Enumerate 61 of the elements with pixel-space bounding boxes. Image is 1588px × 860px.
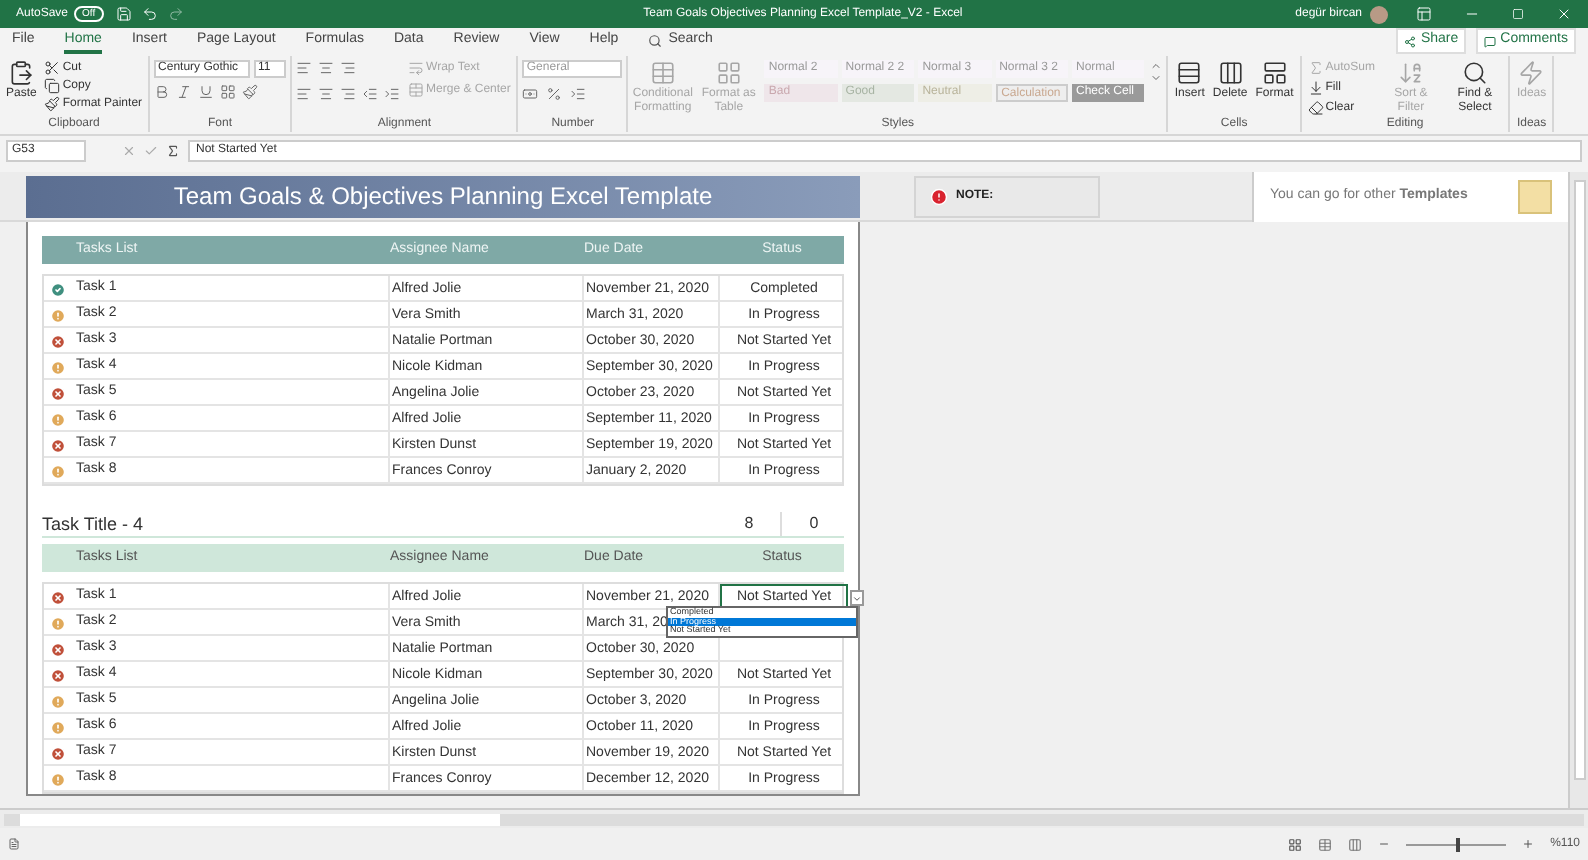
align-top-icon[interactable] [296, 60, 313, 76]
button-icon [1217, 60, 1244, 86]
zoom-in-icon[interactable] [1522, 838, 1535, 850]
scroll-thumb[interactable] [20, 813, 500, 825]
share-icon [1404, 35, 1417, 47]
button-icon [1261, 60, 1288, 86]
button-icon [1307, 100, 1324, 116]
macro-icon[interactable] [8, 838, 20, 850]
page-layout-icon[interactable] [1318, 837, 1333, 851]
cancel-icon[interactable] [122, 144, 136, 158]
button-icon [8, 60, 35, 86]
button-icon [1461, 60, 1488, 86]
align-center-icon[interactable] [318, 86, 335, 102]
horizontal-scrollbar[interactable] [4, 813, 1584, 825]
function-icon[interactable] [166, 144, 180, 158]
indent-increase-icon[interactable] [384, 86, 401, 102]
alert-icon [930, 187, 948, 205]
currency-icon[interactable] [522, 86, 539, 102]
zoom-out-icon[interactable] [1378, 838, 1391, 850]
scroll-up-icon[interactable] [1150, 60, 1163, 72]
button-icon [1518, 60, 1545, 86]
enter-icon[interactable] [144, 144, 158, 158]
scroll-down-icon[interactable] [1150, 72, 1163, 84]
button-icon [649, 60, 676, 86]
border-icon[interactable] [220, 84, 237, 100]
bold-icon[interactable] [154, 84, 171, 100]
maximize-icon[interactable] [1512, 8, 1524, 20]
banner-title: Team Goals & Objectives Planning Excel Template [173, 180, 713, 214]
save-icon[interactable] [115, 6, 132, 22]
task-title: Task Title - 4 [42, 511, 146, 535]
button-icon [1176, 60, 1203, 86]
vertical-scrollbar[interactable] [1568, 172, 1588, 808]
decimal-icon[interactable] [570, 86, 587, 102]
avatar[interactable] [1370, 5, 1388, 23]
italic-icon[interactable] [176, 84, 193, 100]
button-icon [408, 60, 425, 76]
task-count: 0 [807, 511, 821, 535]
percent-icon[interactable] [546, 86, 563, 102]
align-left-icon[interactable] [296, 86, 313, 102]
button-icon [1307, 80, 1324, 96]
align-right-icon[interactable] [340, 86, 357, 102]
align-middle-icon[interactable] [318, 60, 335, 76]
undo-icon[interactable] [141, 6, 158, 22]
align-bottom-icon[interactable] [340, 60, 357, 76]
button-icon [715, 60, 742, 86]
task-count: 8 [718, 511, 782, 535]
page-break-icon[interactable] [1348, 837, 1363, 851]
close-icon[interactable] [1556, 6, 1572, 22]
underline-icon[interactable] [198, 84, 215, 100]
button-icon [408, 82, 425, 98]
comment-icon [1484, 35, 1497, 47]
zoom-thumb[interactable] [1456, 837, 1461, 851]
ribbon-display-icon[interactable] [1416, 6, 1432, 22]
fill-color-icon[interactable] [242, 84, 259, 100]
button-icon [1397, 60, 1424, 86]
dropdown-button[interactable] [850, 590, 864, 606]
normal-view-icon[interactable] [1288, 837, 1303, 851]
scroll-thumb[interactable] [1573, 180, 1585, 780]
button-icon [1307, 60, 1324, 76]
search-icon [648, 34, 663, 48]
template-thumbnail-icon[interactable] [1518, 179, 1552, 213]
